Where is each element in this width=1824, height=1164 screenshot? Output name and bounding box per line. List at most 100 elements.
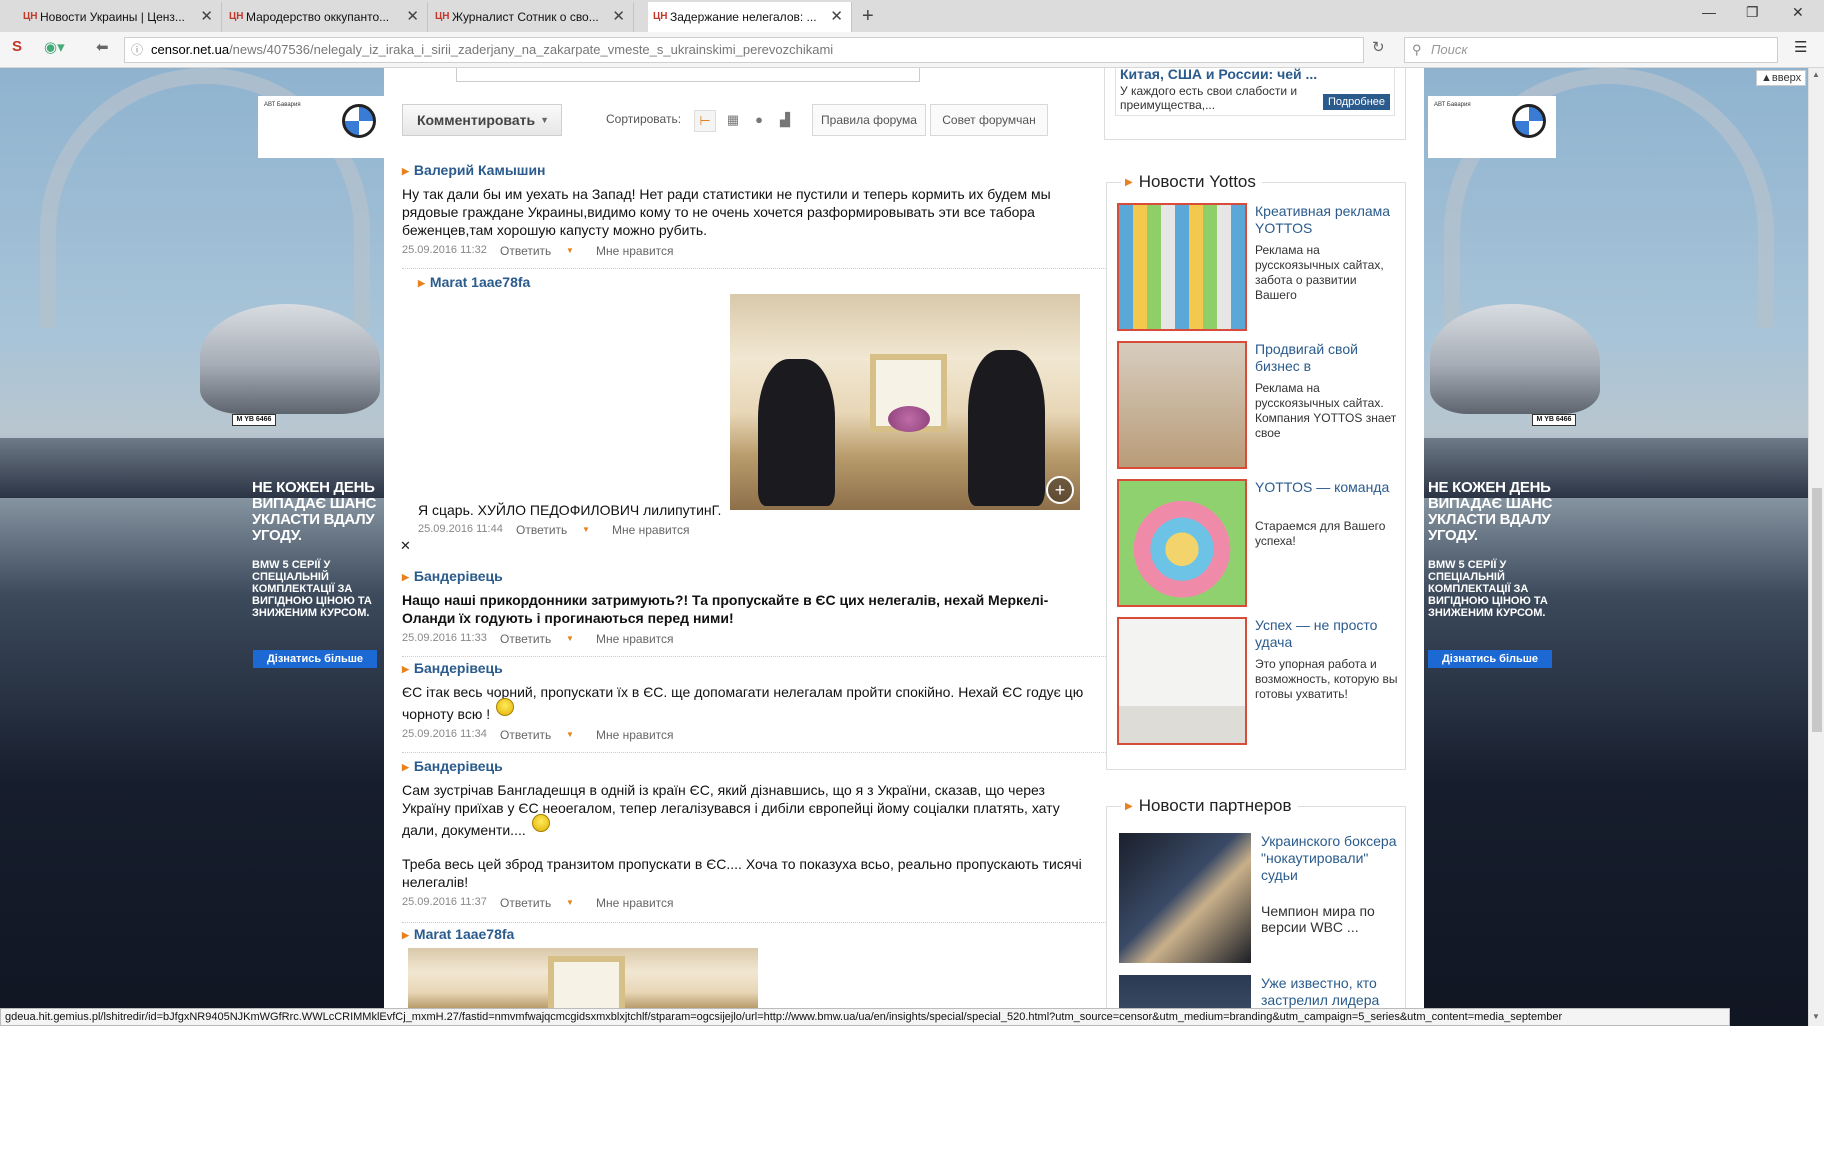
scroll-up-icon[interactable]: ▲ [1812, 70, 1820, 79]
forum-rules-button[interactable]: Правила форума [812, 104, 926, 136]
comment-author[interactable]: ▶ Бандерівець [402, 660, 1096, 678]
reload-icon[interactable]: ↻ [1372, 38, 1385, 56]
chevron-down-icon[interactable]: ▼ [582, 525, 590, 534]
news-thumbnail[interactable] [1117, 341, 1247, 469]
comment-photo[interactable]: + [730, 294, 1080, 510]
browser-tab-active[interactable]: ЦН Задержание нелегалов: ... ✕ [648, 2, 852, 32]
bmw-logo-icon [1512, 104, 1546, 138]
comment-author-name: Бандерівець [413, 758, 503, 774]
comment-date: 25.09.2016 11:37 [402, 896, 487, 908]
sort-rating-icon[interactable]: ▟ [774, 110, 796, 132]
arrow-icon: ▶ [402, 664, 409, 674]
news-item[interactable]: Украинского боксера "нокаутировали" судь… [1119, 833, 1399, 963]
like-link[interactable]: Мне нравится [596, 728, 674, 742]
vertical-scrollbar[interactable]: ▲ ▼ [1808, 68, 1824, 1026]
news-item[interactable]: Креативная реклама YOTTOS Реклама на рус… [1117, 203, 1401, 331]
browser-tab[interactable]: ЦН Новости Украины | Ценз... ✕ [18, 2, 222, 32]
comment-author[interactable]: ▶ Marat 1aae78fa [402, 926, 1096, 944]
close-tab-icon[interactable]: ✕ [612, 2, 625, 32]
comment-button[interactable]: Комментировать ▼ [402, 104, 562, 136]
sort-user-icon[interactable]: ● [748, 110, 770, 132]
chevron-down-icon[interactable]: ▼ [566, 898, 574, 907]
comment-box-edge [456, 68, 920, 82]
close-tab-icon[interactable]: ✕ [200, 2, 213, 32]
new-tab-icon[interactable]: + [862, 2, 874, 30]
zoom-icon[interactable]: + [1046, 476, 1074, 504]
minimize-icon[interactable]: — [1702, 4, 1716, 20]
like-link[interactable]: Мне нравится [596, 632, 674, 646]
comment-author[interactable]: ▶ Marat 1aae78fa [418, 274, 1096, 292]
promo-card[interactable]: Китая, США и России: чей ... У каждого е… [1115, 68, 1395, 116]
bmw-banner-right[interactable]: АВТ Бавария M YB 6466 НЕ КОЖЕН ДЕНЬ ВИПА… [1424, 68, 1824, 1026]
news-thumbnail[interactable] [1117, 617, 1247, 745]
comment-author[interactable]: ▶ Бандерівець [402, 758, 1096, 776]
chevron-down-icon[interactable]: ▼ [566, 634, 574, 643]
sort-tree-icon[interactable]: ⊢ [694, 110, 716, 132]
comment-author[interactable]: ▶ Валерий Камышин [402, 162, 1096, 180]
arrow-icon: ▶ [402, 762, 409, 772]
restore-icon[interactable]: ❐ [1746, 4, 1759, 21]
close-tab-icon[interactable]: ✕ [830, 2, 843, 32]
news-desc: Чемпион мира по версии WBC ... [1261, 903, 1375, 935]
close-window-icon[interactable]: ✕ [1792, 4, 1804, 21]
news-desc: Стараемся для Вашего успеха! [1255, 519, 1386, 548]
like-link[interactable]: Мне нравится [612, 523, 690, 537]
sort-label: Сортировать: [606, 112, 682, 126]
comment-meta: 25.09.2016 11:34 Ответить ▼ Мне нравится [402, 728, 1096, 742]
back-to-top-button[interactable]: ▲вверх [1756, 70, 1807, 86]
browser-logo-icon[interactable]: S [12, 38, 22, 55]
site-info-icon[interactable]: ⓘ [131, 38, 143, 62]
comment-button-label: Комментировать [417, 112, 536, 128]
news-title[interactable]: YOTTOS — команда [1255, 479, 1400, 496]
news-thumbnail[interactable] [1117, 203, 1247, 331]
reply-link[interactable]: Ответить [500, 632, 551, 646]
bmw-banner-left[interactable]: АВТ Бавария M YB 6466 НЕ КОЖЕН ДЕНЬ ВИПА… [0, 68, 384, 1026]
license-plate: M YB 6466 [1532, 414, 1576, 426]
news-title[interactable]: Креативная реклама YOTTOS [1255, 203, 1400, 237]
comment-author-name: Marat 1aae78fa [429, 274, 531, 290]
forum-advice-button[interactable]: Совет форумчан [930, 104, 1048, 136]
learn-more-button[interactable]: Дізнатись більше [253, 650, 377, 668]
more-button[interactable]: Подробнее [1322, 94, 1390, 110]
like-link[interactable]: Мне нравится [596, 896, 674, 910]
promo-title[interactable]: Китая, США и России: чей ... [1120, 68, 1317, 82]
reply-link[interactable]: Ответить [500, 244, 551, 258]
tab-title: Задержание нелегалов: ... [670, 10, 817, 24]
news-item[interactable]: YOTTOS — команда Стараемся для Вашего ус… [1117, 479, 1401, 607]
address-bar[interactable]: ⓘ censor.net.ua/news/407536/nelegaly_iz_… [124, 37, 1364, 63]
scrollbar-thumb[interactable] [1812, 488, 1822, 732]
news-item[interactable]: Успех — не просто удача Это упорная рабо… [1117, 617, 1401, 745]
chevron-down-icon[interactable]: ▼ [566, 246, 574, 255]
addon-icon[interactable]: ◉▾ [44, 38, 65, 56]
chevron-down-icon[interactable]: ▼ [566, 730, 574, 739]
section-title: ▶ Новости Yottos [1121, 172, 1262, 192]
browser-tab[interactable]: ЦН Журналист Сотник о сво... ✕ [430, 2, 634, 32]
learn-more-button[interactable]: Дізнатись більше [1428, 650, 1552, 668]
news-thumbnail[interactable] [1117, 479, 1247, 607]
close-tab-icon[interactable]: ✕ [406, 2, 419, 32]
sort-date-icon[interactable]: ▦ [722, 110, 744, 132]
reply-link[interactable]: Ответить [500, 896, 551, 910]
arrow-icon: ▶ [1125, 801, 1133, 812]
news-title[interactable]: Украинского боксера "нокаутировали" судь… [1261, 833, 1397, 884]
close-icon[interactable]: ✕ [400, 538, 411, 554]
news-desc: Реклама на русскоязычных сайтах, забота … [1255, 243, 1384, 302]
bmw-logo-icon [342, 104, 376, 138]
news-thumbnail[interactable] [1119, 833, 1251, 963]
car-image [1430, 304, 1600, 414]
scroll-down-icon[interactable]: ▼ [1812, 1012, 1820, 1021]
news-title[interactable]: Продвигай свой бизнес в [1255, 341, 1400, 375]
menu-icon[interactable]: ☰ [1794, 38, 1807, 56]
reply-link[interactable]: Ответить [516, 523, 567, 537]
news-title[interactable]: Уже известно, кто застрелил лидера [1261, 975, 1397, 1009]
browser-tab[interactable]: ЦН Мародерство оккупанто... ✕ [224, 2, 428, 32]
back-arrow-icon[interactable]: ⬅ [96, 38, 109, 56]
search-input[interactable]: ⚲ Поиск [1404, 37, 1778, 63]
reply-link[interactable]: Ответить [500, 728, 551, 742]
news-title[interactable]: Успех — не просто удача [1255, 617, 1400, 651]
arrow-icon: ▶ [418, 278, 425, 288]
like-link[interactable]: Мне нравится [596, 244, 674, 258]
comment-author[interactable]: ▶ Бандерівець [402, 568, 1096, 586]
comment-author-name: Валерий Камышин [413, 162, 546, 178]
news-item[interactable]: Продвигай свой бизнес в Реклама на русск… [1117, 341, 1401, 469]
